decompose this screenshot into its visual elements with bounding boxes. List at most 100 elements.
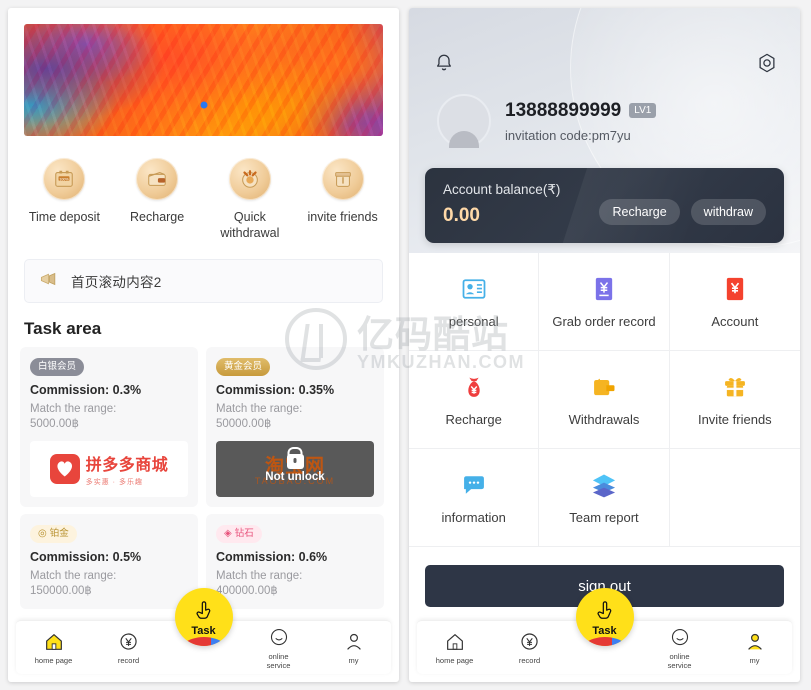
tab-label: record [117, 656, 140, 666]
username-row: 13888899999 LV1 [505, 100, 657, 122]
account-balance-card: Account balance(₹) 0.00 Recharge withdra… [425, 168, 784, 243]
bottom-tabbar: home page record online service my Task [417, 588, 792, 674]
id-card-icon [459, 274, 489, 304]
person-icon [717, 629, 792, 655]
tab-label: home page [435, 656, 474, 666]
match-range-label: Match the range: [30, 569, 117, 582]
shop-logo-pinduoduo[interactable]: 拼多多商城 多实惠 · 多乐趣 [30, 440, 188, 497]
gift-bag-icon [321, 158, 364, 200]
task-card[interactable]: 白银会员 Commission: 0.3% Match the range: 5… [20, 347, 198, 507]
task-fab-button[interactable]: Task [575, 588, 634, 646]
pinduoduo-heart-icon [49, 453, 80, 484]
tab-record[interactable]: record [492, 629, 567, 666]
commission-text: Commission: 0.5% [30, 549, 142, 564]
menu-item-label: information [441, 510, 506, 525]
tab-label: my [749, 656, 760, 666]
quick-action-invite-friends[interactable]: invite friends [296, 158, 389, 241]
promo-banner[interactable] [24, 24, 383, 136]
avatar[interactable] [437, 94, 491, 148]
platinum-icon: ◎ [38, 527, 47, 539]
wallet-icon [589, 372, 619, 402]
tab-home-page[interactable]: home page [417, 629, 492, 666]
menu-item-withdrawals[interactable]: Withdrawals [539, 351, 670, 449]
menu-item-label: personal [448, 314, 499, 329]
notice-bar[interactable]: 首页滚动内容2 [24, 259, 383, 303]
tab-my[interactable]: my [316, 629, 391, 666]
shop-name: 拼多多商城 [85, 456, 169, 474]
menu-item-grab-order-record[interactable]: Grab order record [539, 253, 670, 351]
tab-home-page[interactable]: home page [16, 629, 91, 666]
quick-action-label: Time deposit [28, 210, 100, 224]
safe-box-icon: 100% [43, 158, 86, 200]
bottom-tabbar: home page record online service my Task [16, 588, 391, 674]
quick-action-recharge[interactable]: Recharge [111, 158, 204, 241]
fab-arc-decoration [174, 637, 233, 646]
menu-item-personal[interactable]: personal [409, 253, 540, 351]
tier-badge-label: 黄金会员 [224, 361, 263, 372]
tab-label: online service [266, 652, 291, 670]
match-range-value: 400000.00฿ [216, 584, 278, 597]
smiley-service-icon [241, 625, 316, 651]
menu-item-information[interactable]: information [409, 449, 540, 547]
quick-action-label: Recharge [130, 210, 185, 224]
wallet-icon [136, 158, 179, 200]
task-fab-label: Task [191, 625, 216, 637]
screenshot-stage: 100% Time deposit Recharge Quick withdra… [0, 0, 811, 690]
banner-pagination-dot[interactable] [200, 101, 207, 109]
chat-bubble-icon [459, 470, 489, 500]
notice-text: 首页滚动内容2 [71, 275, 162, 290]
quick-action-quick-withdrawal[interactable]: Quick withdrawal [204, 158, 297, 241]
tab-my[interactable]: my [717, 629, 792, 666]
quick-action-label: Quick withdrawal [220, 210, 280, 240]
menu-grid: personal Grab order record Account Recha… [409, 253, 800, 547]
header-toolbar [409, 8, 800, 74]
menu-item-recharge[interactable]: Recharge [409, 351, 540, 449]
recharge-button[interactable]: Recharge [599, 199, 680, 225]
bell-icon[interactable] [433, 52, 455, 74]
tap-hand-icon [595, 601, 615, 625]
smiley-service-icon [642, 625, 717, 651]
task-fab-button[interactable]: Task [174, 588, 233, 646]
yen-record-icon [492, 629, 567, 655]
profile-text: 13888899999 LV1 invitation code:pm7yu [505, 100, 657, 143]
quick-action-time-deposit[interactable]: 100% Time deposit [18, 158, 111, 241]
tier-badge: 黄金会员 [216, 358, 271, 376]
tab-label: online service [667, 652, 692, 670]
match-range-value: 50000.00฿ [216, 417, 272, 430]
menu-item-label: Account [711, 314, 759, 329]
tier-badge-label: 钻石 [234, 527, 254, 539]
profile-block: 13888899999 LV1 invitation code:pm7yu [409, 74, 800, 148]
menu-item-invite-friends[interactable]: Invite friends [669, 351, 800, 449]
menu-item-empty [669, 449, 800, 547]
menu-item-account[interactable]: Account [669, 253, 800, 351]
lock-label: Not unlock [265, 471, 325, 483]
avatar-placeholder [437, 94, 491, 148]
layers-icon [589, 470, 619, 500]
menu-item-label: Grab order record [552, 314, 656, 329]
menu-item-label: Invite friends [697, 412, 772, 427]
tab-online-service[interactable]: online service [241, 625, 316, 670]
megaphone-icon [25, 271, 71, 291]
task-card[interactable]: 黄金会员 Commission: 0.35% Match the range: … [206, 347, 384, 507]
tier-badge-label: 白银会员 [38, 361, 77, 372]
banner-texture [24, 24, 383, 136]
task-fab-label: Task [592, 625, 617, 637]
yen-book-icon [720, 274, 750, 304]
match-range-value: 5000.00฿ [30, 417, 79, 430]
invitation-code: invitation code:pm7yu [505, 127, 631, 143]
balance-value: 0.00 [443, 205, 480, 226]
menu-item-team-report[interactable]: Team report [539, 449, 670, 547]
task-card[interactable]: ◈ 钻石 Commission: 0.6% Match the range: 4… [206, 513, 384, 609]
person-icon [316, 629, 391, 655]
shop-logo-taobao-locked[interactable]: 淘宝网 TAOBAO.COM Not unlock [216, 440, 374, 497]
tab-online-service[interactable]: online service [642, 625, 717, 670]
gear-icon[interactable] [756, 52, 778, 74]
tier-badge: ◎ 铂金 [30, 524, 77, 543]
balance-text-block: Account balance(₹) 0.00 [443, 182, 560, 227]
shop-tagline: 多实惠 · 多乐趣 [85, 478, 143, 486]
withdraw-button[interactable]: withdraw [690, 199, 766, 225]
gift-icon [720, 372, 750, 402]
menu-item-label: Recharge [445, 412, 502, 427]
tab-record[interactable]: record [91, 629, 166, 666]
task-card[interactable]: ◎ 铂金 Commission: 0.5% Match the range: 1… [20, 513, 198, 609]
